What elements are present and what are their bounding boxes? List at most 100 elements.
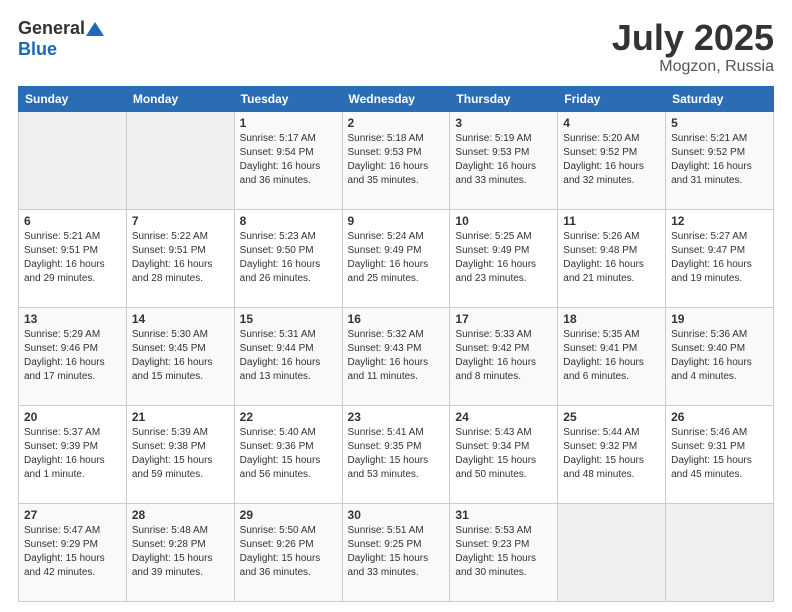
day-cell: 23Sunrise: 5:41 AM Sunset: 9:35 PM Dayli… [342, 405, 450, 503]
day-number: 24 [455, 410, 552, 424]
day-info: Sunrise: 5:36 AM Sunset: 9:40 PM Dayligh… [671, 328, 768, 384]
day-number: 30 [348, 508, 445, 522]
day-cell: 5 Sunrise: 5:21 AM Sunset: 9:52 PM Daylig… [666, 111, 774, 209]
day-cell: 9 Sunrise: 5:24 AM Sunset: 9:49 PM Daylig… [342, 209, 450, 307]
week-row-5: 27Sunrise: 5:47 AM Sunset: 9:29 PM Dayli… [19, 503, 774, 601]
day-cell: 11 Sunrise: 5:26 AM Sunset: 9:48 PM Dayli… [558, 209, 666, 307]
day-cell: 17Sunrise: 5:33 AM Sunset: 9:42 PM Dayli… [450, 307, 558, 405]
day-info: Sunrise: 5:37 AM Sunset: 9:39 PM Dayligh… [24, 426, 121, 482]
day-cell: 1Sunrise: 5:17 AM Sunset: 9:54 PM Daylig… [234, 111, 342, 209]
day-cell: 19 Sunrise: 5:36 AM Sunset: 9:40 PM Dayli… [666, 307, 774, 405]
day-info: Sunrise: 5:27 AM Sunset: 9:47 PM Dayligh… [671, 230, 768, 286]
day-info: Sunrise: 5:21 AM Sunset: 9:52 PM Dayligh… [671, 132, 768, 188]
day-info: Sunrise: 5:48 AM Sunset: 9:28 PM Dayligh… [132, 524, 229, 580]
day-info: Sunrise: 5:23 AM Sunset: 9:50 PM Dayligh… [240, 230, 337, 286]
day-info: Sunrise: 5:46 AM Sunset: 9:31 PM Dayligh… [671, 426, 768, 482]
day-info: Sunrise: 5:24 AM Sunset: 9:49 PM Dayligh… [348, 230, 445, 286]
day-cell [666, 503, 774, 601]
day-number: 10 [455, 214, 552, 228]
day-info: Sunrise: 5:50 AM Sunset: 9:26 PM Dayligh… [240, 524, 337, 580]
day-cell: 6Sunrise: 5:21 AM Sunset: 9:51 PM Daylig… [19, 209, 127, 307]
day-cell: 29 Sunrise: 5:50 AM Sunset: 9:26 PM Dayli… [234, 503, 342, 601]
day-info: Sunrise: 5:31 AM Sunset: 9:44 PM Dayligh… [240, 328, 337, 384]
day-cell: 27Sunrise: 5:47 AM Sunset: 9:29 PM Dayli… [19, 503, 127, 601]
day-cell: 4 Sunrise: 5:20 AM Sunset: 9:52 PM Daylig… [558, 111, 666, 209]
day-number: 9 [348, 214, 445, 228]
day-info: Sunrise: 5:51 AM Sunset: 9:25 PM Dayligh… [348, 524, 445, 580]
location: Mogzon, Russia [612, 58, 774, 76]
day-cell: 13 Sunrise: 5:29 AM Sunset: 9:46 PM Dayli… [19, 307, 127, 405]
page-header: General Blue July 2025 Mogzon, Russia [18, 18, 774, 76]
day-cell: 25Sunrise: 5:44 AM Sunset: 9:32 PM Dayli… [558, 405, 666, 503]
day-number: 18 [563, 312, 660, 326]
day-number: 29 [240, 508, 337, 522]
day-number: 3 [455, 116, 552, 130]
logo-blue-line: Blue [18, 39, 57, 60]
day-number: 31 [455, 508, 552, 522]
day-info: Sunrise: 5:19 AM Sunset: 9:53 PM Dayligh… [455, 132, 552, 188]
day-cell: 18 Sunrise: 5:35 AM Sunset: 9:41 PM Dayli… [558, 307, 666, 405]
day-cell [19, 111, 127, 209]
day-number: 26 [671, 410, 768, 424]
day-info: Sunrise: 5:26 AM Sunset: 9:48 PM Dayligh… [563, 230, 660, 286]
logo-general: General [18, 18, 85, 39]
day-number: 5 [671, 116, 768, 130]
calendar-table: SundayMondayTuesdayWednesdayThursdayFrid… [18, 86, 774, 602]
day-number: 11 [563, 214, 660, 228]
logo-icon [86, 22, 104, 36]
day-number: 8 [240, 214, 337, 228]
day-cell: 21 Sunrise: 5:39 AM Sunset: 9:38 PM Dayli… [126, 405, 234, 503]
col-header-wednesday: Wednesday [342, 86, 450, 111]
day-cell: 15 Sunrise: 5:31 AM Sunset: 9:44 PM Dayli… [234, 307, 342, 405]
title-block: July 2025 Mogzon, Russia [612, 18, 774, 76]
day-cell: 2 Sunrise: 5:18 AM Sunset: 9:53 PM Daylig… [342, 111, 450, 209]
day-number: 13 [24, 312, 121, 326]
day-number: 15 [240, 312, 337, 326]
logo-blue: Blue [18, 39, 57, 59]
day-cell: 30 Sunrise: 5:51 AM Sunset: 9:25 PM Dayli… [342, 503, 450, 601]
day-cell: 24 Sunrise: 5:43 AM Sunset: 9:34 PM Dayli… [450, 405, 558, 503]
logo-text: General [18, 18, 104, 39]
day-number: 20 [24, 410, 121, 424]
col-header-sunday: Sunday [19, 86, 127, 111]
day-info: Sunrise: 5:41 AM Sunset: 9:35 PM Dayligh… [348, 426, 445, 482]
day-number: 28 [132, 508, 229, 522]
header-row: SundayMondayTuesdayWednesdayThursdayFrid… [19, 86, 774, 111]
day-number: 4 [563, 116, 660, 130]
day-number: 2 [348, 116, 445, 130]
day-cell: 22Sunrise: 5:40 AM Sunset: 9:36 PM Dayli… [234, 405, 342, 503]
day-number: 1 [240, 116, 337, 130]
day-info: Sunrise: 5:29 AM Sunset: 9:46 PM Dayligh… [24, 328, 121, 384]
week-row-1: 1Sunrise: 5:17 AM Sunset: 9:54 PM Daylig… [19, 111, 774, 209]
week-row-4: 20 Sunrise: 5:37 AM Sunset: 9:39 PM Dayli… [19, 405, 774, 503]
day-info: Sunrise: 5:53 AM Sunset: 9:23 PM Dayligh… [455, 524, 552, 580]
day-number: 19 [671, 312, 768, 326]
col-header-saturday: Saturday [666, 86, 774, 111]
day-cell: 8 Sunrise: 5:23 AM Sunset: 9:50 PM Daylig… [234, 209, 342, 307]
day-info: Sunrise: 5:35 AM Sunset: 9:41 PM Dayligh… [563, 328, 660, 384]
day-info: Sunrise: 5:40 AM Sunset: 9:36 PM Dayligh… [240, 426, 337, 482]
day-number: 14 [132, 312, 229, 326]
day-info: Sunrise: 5:22 AM Sunset: 9:51 PM Dayligh… [132, 230, 229, 286]
day-number: 7 [132, 214, 229, 228]
day-info: Sunrise: 5:32 AM Sunset: 9:43 PM Dayligh… [348, 328, 445, 384]
day-cell: 31 Sunrise: 5:53 AM Sunset: 9:23 PM Dayli… [450, 503, 558, 601]
day-number: 6 [24, 214, 121, 228]
day-info: Sunrise: 5:44 AM Sunset: 9:32 PM Dayligh… [563, 426, 660, 482]
day-info: Sunrise: 5:39 AM Sunset: 9:38 PM Dayligh… [132, 426, 229, 482]
day-cell [558, 503, 666, 601]
day-info: Sunrise: 5:30 AM Sunset: 9:45 PM Dayligh… [132, 328, 229, 384]
day-cell: 14 Sunrise: 5:30 AM Sunset: 9:45 PM Dayli… [126, 307, 234, 405]
day-number: 21 [132, 410, 229, 424]
day-info: Sunrise: 5:20 AM Sunset: 9:52 PM Dayligh… [563, 132, 660, 188]
day-info: Sunrise: 5:18 AM Sunset: 9:53 PM Dayligh… [348, 132, 445, 188]
week-row-3: 13 Sunrise: 5:29 AM Sunset: 9:46 PM Dayli… [19, 307, 774, 405]
col-header-thursday: Thursday [450, 86, 558, 111]
month-year: July 2025 [612, 18, 774, 58]
day-info: Sunrise: 5:43 AM Sunset: 9:34 PM Dayligh… [455, 426, 552, 482]
col-header-tuesday: Tuesday [234, 86, 342, 111]
logo: General Blue [18, 18, 104, 60]
week-row-2: 6Sunrise: 5:21 AM Sunset: 9:51 PM Daylig… [19, 209, 774, 307]
day-number: 12 [671, 214, 768, 228]
day-number: 16 [348, 312, 445, 326]
